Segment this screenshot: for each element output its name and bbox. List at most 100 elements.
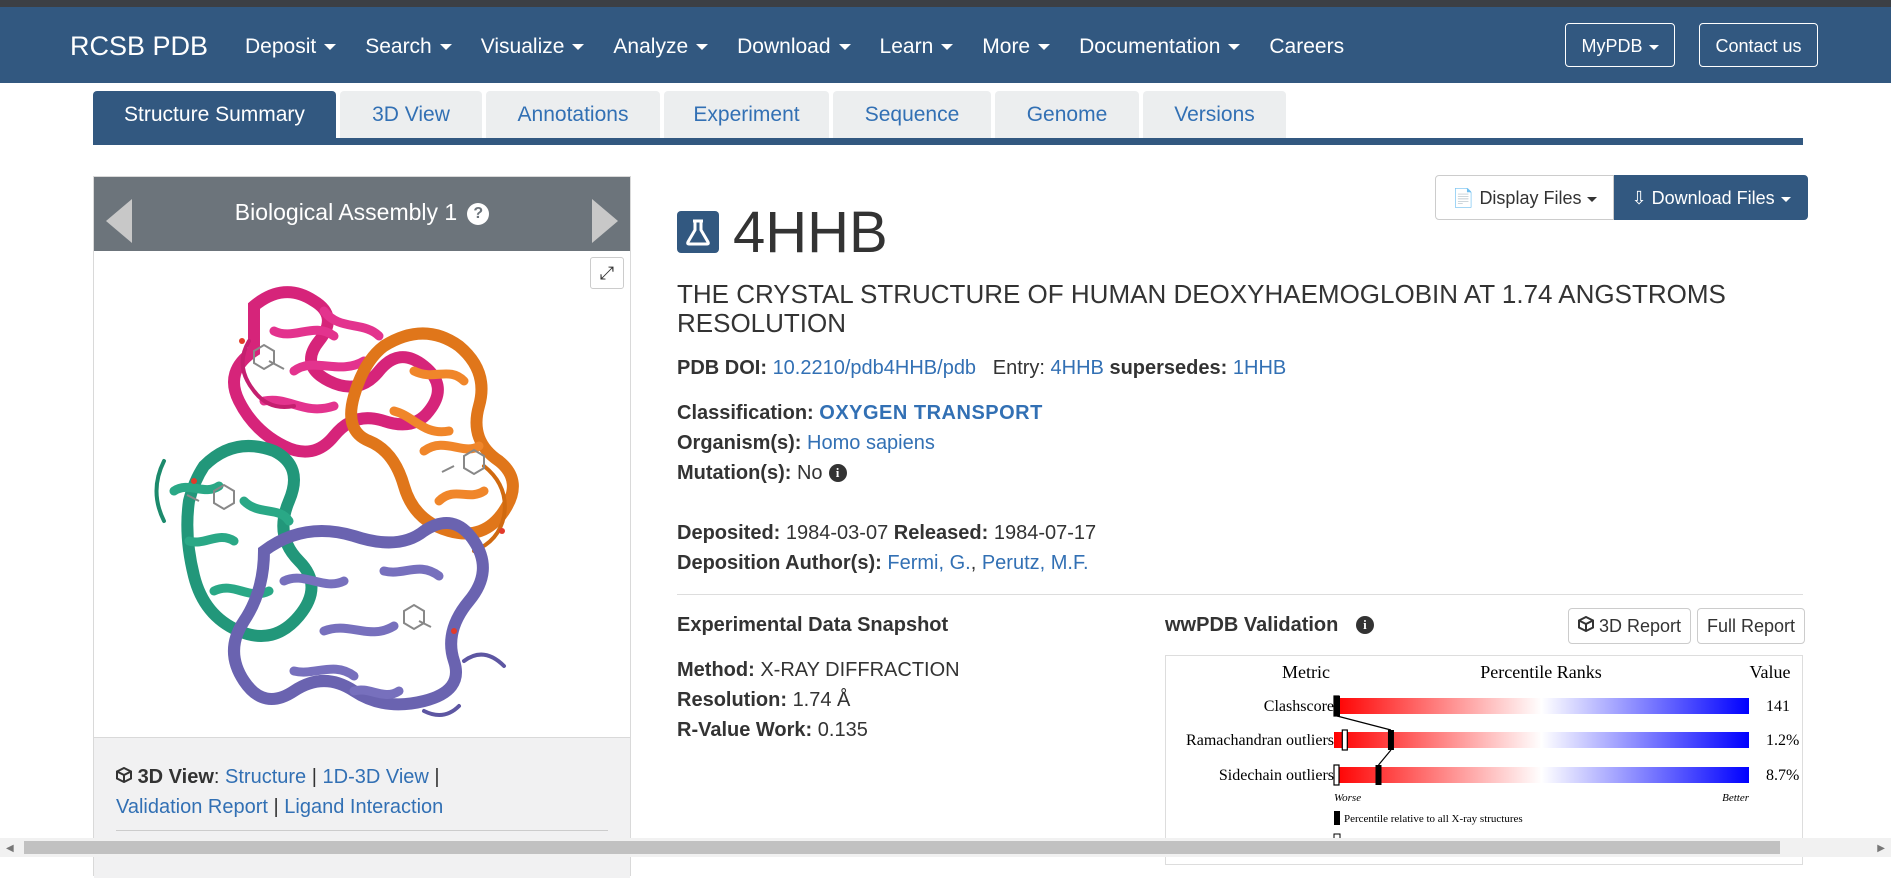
- nav-item-deposit[interactable]: Deposit: [245, 35, 337, 59]
- percentile-marker-all: [1387, 730, 1394, 750]
- download-circle-icon: ⇩: [1631, 188, 1647, 208]
- author-link[interactable]: Perutz, M.F.: [982, 552, 1089, 574]
- classification-link[interactable]: OXYGEN TRANSPORT: [819, 402, 1043, 424]
- tab-annotations[interactable]: Annotations: [486, 91, 660, 139]
- legend-text: Percentile relative to all X-ray structu…: [1344, 813, 1523, 825]
- molecule-viewer[interactable]: [94, 251, 630, 735]
- download-files-label: Download Files: [1651, 188, 1775, 208]
- percentile-marker-all: [1334, 696, 1340, 716]
- percentile-bar: [1334, 698, 1749, 714]
- mypdb-button[interactable]: MyPDB: [1565, 23, 1675, 67]
- question-circle-icon[interactable]: ?: [467, 203, 490, 225]
- view-links-label: 3D View: [137, 766, 214, 788]
- download-files-button[interactable]: ⇩ Download Files: [1614, 175, 1808, 220]
- full-report-button[interactable]: Full Report: [1697, 608, 1806, 644]
- tab-versions[interactable]: Versions: [1143, 91, 1286, 139]
- assembly-header: Biological Assembly 1?: [94, 177, 630, 251]
- nav-item-label: Learn: [879, 35, 934, 58]
- 3d-report-button[interactable]: 3D Report: [1568, 608, 1692, 644]
- assembly-panel: Biological Assembly 1? ⤢ 3D View: Struct…: [93, 176, 631, 878]
- classification-label: Classification:: [677, 402, 814, 424]
- tab-3d-view[interactable]: 3D View: [340, 91, 482, 139]
- supersedes-link[interactable]: 1HHB: [1233, 357, 1286, 379]
- resolution-label: Resolution:: [677, 689, 787, 711]
- nav-item-download[interactable]: Download: [737, 35, 851, 59]
- rvalue-value: 0.135: [817, 719, 868, 741]
- tab-structure-summary[interactable]: Structure Summary: [93, 91, 336, 139]
- metric-name: Sidechain outliers: [1219, 767, 1334, 784]
- validation-slider-graphic[interactable]: Metric Percentile Ranks Value Clashscore…: [1165, 655, 1803, 865]
- info-icon[interactable]: i: [1355, 616, 1374, 634]
- nav-item-careers[interactable]: Careers: [1269, 35, 1344, 59]
- separator: |: [311, 766, 317, 788]
- caret-down-icon: [572, 44, 585, 51]
- percentile-bar: [1334, 767, 1749, 783]
- full-report-label: Full Report: [1707, 616, 1796, 636]
- tab-experiment[interactable]: Experiment: [664, 91, 829, 139]
- resolution-row: Resolution: 1.74 Å: [677, 689, 850, 712]
- 1d-3d-view-link[interactable]: 1D-3D View: [323, 766, 429, 788]
- rvalue-row: R-Value Work: 0.135: [677, 719, 868, 742]
- top-navbar: RCSB PDB Deposit Search Visualize Analyz…: [0, 7, 1891, 83]
- method-label: Method:: [677, 659, 755, 681]
- brand-logo[interactable]: RCSB PDB: [70, 31, 208, 62]
- ligand-interaction-link[interactable]: Ligand Interaction: [284, 796, 443, 818]
- structure-link[interactable]: Structure: [225, 766, 306, 788]
- doi-link[interactable]: 10.2210/pdb4HHB/pdb: [773, 357, 977, 379]
- mutation-label: Mutation(s):: [677, 462, 792, 484]
- display-files-button[interactable]: 📄 Display Files: [1435, 175, 1615, 220]
- organism-link[interactable]: Homo sapiens: [807, 432, 935, 454]
- validation-title: wwPDB Validation: [1165, 614, 1339, 636]
- expand-icon[interactable]: ⤢: [590, 257, 624, 289]
- validation-title-row: wwPDB Validation i: [1165, 614, 1374, 637]
- nav-item-more[interactable]: More: [982, 35, 1051, 59]
- tab-underline: [93, 138, 1803, 145]
- contact-us-button[interactable]: Contact us: [1699, 23, 1818, 67]
- metric-header: Metric: [1282, 662, 1330, 682]
- info-icon[interactable]: i: [828, 464, 847, 482]
- scrollbar-thumb[interactable]: [24, 841, 1780, 854]
- tab-genome[interactable]: Genome: [995, 91, 1139, 139]
- nav-item-search[interactable]: Search: [365, 35, 452, 59]
- entry-link[interactable]: 4HHB: [1051, 357, 1104, 379]
- doi-row: PDB DOI: 10.2210/pdb4HHB/pdb Entry: 4HHB…: [677, 357, 1286, 380]
- entry-label: Entry:: [992, 357, 1045, 379]
- percentile-header: Percentile Ranks: [1480, 662, 1601, 682]
- scroll-right-icon[interactable]: ▶: [1877, 843, 1885, 854]
- separator: |: [434, 766, 440, 788]
- percentile-connector: [1336, 715, 1392, 731]
- nav-item-label: Documentation: [1079, 35, 1221, 58]
- author-link[interactable]: Fermi, G.: [887, 552, 970, 574]
- section-divider: [677, 594, 1803, 595]
- flask-icon: [677, 211, 719, 253]
- doi-label: PDB DOI:: [677, 357, 767, 379]
- metric-value: 141: [1766, 698, 1790, 715]
- scroll-left-icon[interactable]: ◀: [6, 843, 14, 854]
- tab-sequence[interactable]: Sequence: [833, 91, 991, 139]
- entry-title: THE CRYSTAL STRUCTURE OF HUMAN DEOXYHAEM…: [677, 279, 1726, 338]
- nav-item-documentation[interactable]: Documentation: [1079, 35, 1241, 59]
- file-buttons: 📄 Display Files ⇩ Download Files: [1435, 175, 1808, 220]
- percentile-bar: [1334, 732, 1749, 748]
- classification-row: Classification: OXYGEN TRANSPORT: [677, 402, 1043, 425]
- dates-row: Deposited: 1984-03-07 Released: 1984-07-…: [677, 522, 1096, 545]
- validation-report-link[interactable]: Validation Report: [116, 796, 268, 818]
- percentile-marker-all: [1375, 765, 1382, 785]
- nav-item-analyze[interactable]: Analyze: [613, 35, 709, 59]
- organism-row: Organism(s): Homo sapiens: [677, 432, 935, 455]
- percentile-marker-resolution: [1341, 729, 1348, 751]
- chevron-right-icon[interactable]: [592, 199, 618, 243]
- nav-item-label: Download: [737, 35, 831, 58]
- supersedes-label: supersedes:: [1109, 357, 1228, 379]
- nav-item-label: Careers: [1269, 35, 1345, 58]
- nav-item-visualize[interactable]: Visualize: [481, 35, 585, 59]
- horizontal-scrollbar[interactable]: ◀ ▶: [0, 838, 1891, 857]
- released-label: Released:: [893, 522, 989, 544]
- caret-down-icon: [1780, 196, 1791, 202]
- validation-slider-svg: Metric Percentile Ranks Value Clashscore…: [1186, 662, 1799, 849]
- nav-item-learn[interactable]: Learn: [880, 35, 954, 59]
- mutation-value: No: [796, 462, 823, 484]
- caret-down-icon: [324, 44, 337, 51]
- nav-item-label: Deposit: [245, 35, 317, 58]
- snapshot-title: Experimental Data Snapshot: [677, 614, 949, 636]
